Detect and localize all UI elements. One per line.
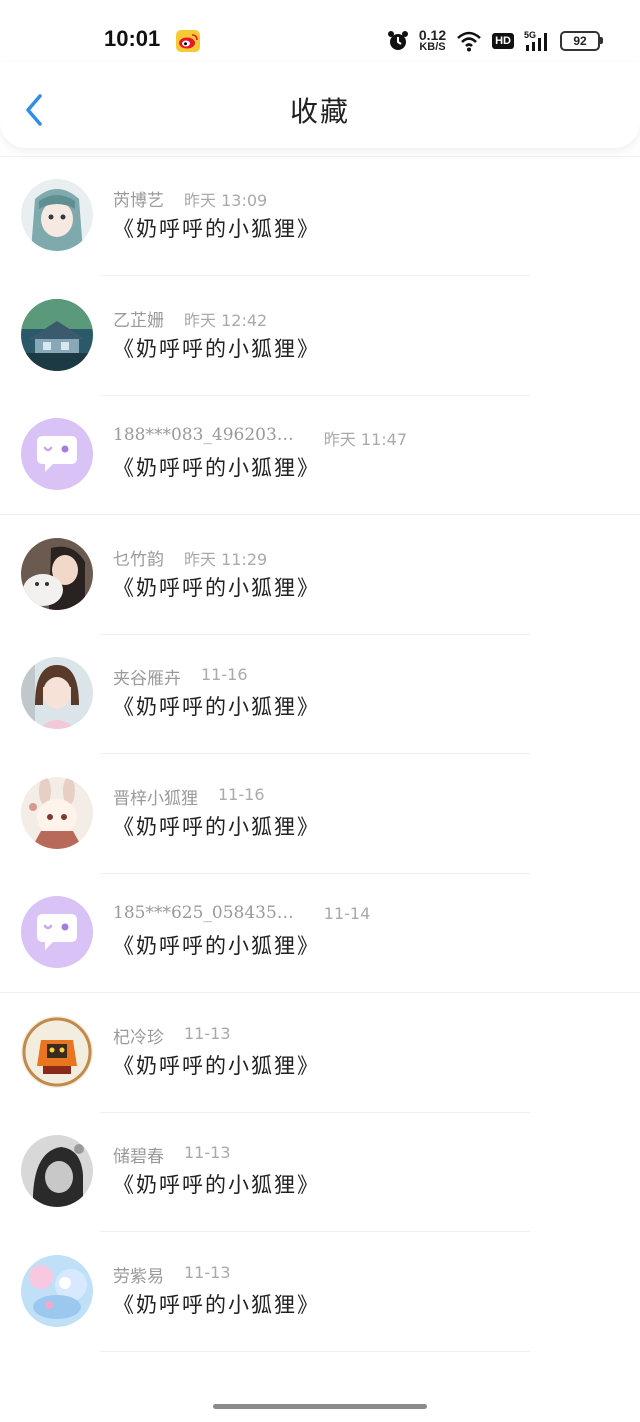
- item-time: 昨天 11:29: [184, 550, 268, 569]
- song-title: 《奶呼呼的小狐狸》: [113, 576, 320, 600]
- signal-icon: 5G: [524, 30, 547, 51]
- item-time: 11-13: [184, 1263, 231, 1282]
- avatar[interactable]: [21, 299, 93, 371]
- avatar[interactable]: [21, 777, 93, 849]
- list-item[interactable]: 185***625_058435… 11-14 《奶呼呼的小狐狸》: [0, 874, 640, 993]
- avatar[interactable]: [21, 179, 93, 251]
- divider: [0, 514, 640, 515]
- user-name: 芮博艺: [113, 191, 164, 211]
- avatar[interactable]: [21, 1255, 93, 1327]
- divider: [0, 992, 640, 993]
- divider: [100, 1231, 530, 1232]
- list-item[interactable]: 晋梓小狐狸 11-16 《奶呼呼的小狐狸》: [0, 755, 640, 874]
- nav-header: 收藏: [0, 62, 640, 148]
- divider: [100, 753, 530, 754]
- item-time: 昨天 11:47: [323, 430, 407, 449]
- item-time: 11-16: [201, 665, 248, 684]
- item-time: 11-13: [184, 1143, 231, 1162]
- user-name: 185***625_058435…: [113, 903, 294, 923]
- avatar[interactable]: [21, 1016, 93, 1088]
- divider: [100, 275, 530, 276]
- user-name: 储碧春: [113, 1147, 164, 1167]
- divider: [100, 1351, 530, 1352]
- net-speed: 0.12 KB/S: [418, 27, 447, 53]
- song-title: 《奶呼呼的小狐狸》: [113, 456, 320, 480]
- user-name: 乜竹韵: [113, 550, 164, 570]
- list-item[interactable]: 储碧春 11-13 《奶呼呼的小狐狸》: [0, 1113, 640, 1232]
- user-name: 晋梓小狐狸: [113, 789, 198, 809]
- page-title: 收藏: [289, 95, 350, 128]
- avatar[interactable]: [21, 1135, 93, 1207]
- favorites-list: 《奶呼呼的小狐狸》芮博艺昨天 13:09《奶呼呼的小狐狸》乙芷姗昨天 12:42…: [0, 80, 640, 1400]
- user-name: 劳紫易: [113, 1267, 164, 1287]
- user-name: 乙芷姗: [113, 311, 164, 331]
- song-title: 《奶呼呼的小狐狸》: [113, 1293, 320, 1317]
- song-title: 《奶呼呼的小狐狸》: [113, 815, 320, 839]
- item-time: 昨天 13:09: [184, 191, 268, 210]
- list-item[interactable]: 乙芷姗 昨天 12:42 《奶呼呼的小狐狸》: [0, 277, 640, 396]
- list-item[interactable]: 劳紫易 11-13 《奶呼呼的小狐狸》: [0, 1233, 640, 1352]
- status-time: 10:01: [104, 26, 161, 51]
- alarm-icon: [387, 30, 408, 50]
- avatar[interactable]: [21, 657, 93, 729]
- user-name: 188***083_496203…: [113, 425, 294, 445]
- user-name: 杞冷珍: [113, 1028, 164, 1048]
- item-time: 11-16: [218, 785, 265, 804]
- song-title: 《奶呼呼的小狐狸》: [113, 695, 320, 719]
- song-title: 《奶呼呼的小狐狸》: [113, 934, 320, 958]
- song-title: 《奶呼呼的小狐狸》: [113, 1054, 320, 1078]
- list-item[interactable]: 杞冷珍 11-13 《奶呼呼的小狐狸》: [0, 994, 640, 1113]
- svg-text:5G: 5G: [524, 30, 536, 40]
- list-item[interactable]: 乜竹韵 昨天 11:29 《奶呼呼的小狐狸》: [0, 516, 640, 635]
- avatar[interactable]: [21, 896, 93, 968]
- home-indicator[interactable]: [213, 1404, 427, 1409]
- item-time: 11-13: [184, 1024, 231, 1043]
- wifi-icon: [457, 31, 481, 51]
- hd-badge: HD: [492, 32, 514, 49]
- list-item[interactable]: 夹谷雁卉 11-16 《奶呼呼的小狐狸》: [0, 635, 640, 754]
- item-time: 昨天 12:42: [184, 311, 268, 330]
- list-item[interactable]: 芮博艺 昨天 13:09 《奶呼呼的小狐狸》: [0, 157, 640, 276]
- avatar[interactable]: [21, 418, 93, 490]
- song-title: 《奶呼呼的小狐狸》: [113, 337, 320, 361]
- battery-icon: 92: [560, 30, 603, 51]
- user-name: 夹谷雁卉: [113, 669, 181, 689]
- song-title: 《奶呼呼的小狐狸》: [113, 217, 320, 241]
- avatar[interactable]: [21, 538, 93, 610]
- song-title: 《奶呼呼的小狐狸》: [113, 1173, 320, 1197]
- weibo-icon: [176, 30, 200, 52]
- item-time: 11-14: [323, 904, 371, 923]
- list-item[interactable]: 188***083_496203… 昨天 11:47 《奶呼呼的小狐狸》: [0, 396, 640, 515]
